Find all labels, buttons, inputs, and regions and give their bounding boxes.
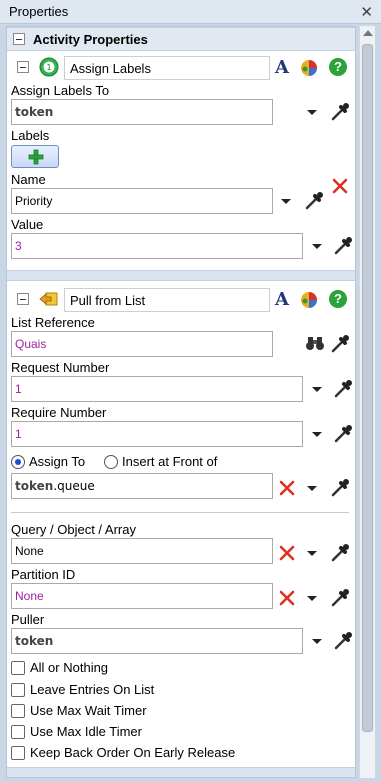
list-reference-label: List Reference (11, 315, 95, 330)
delete-x-icon[interactable] (279, 480, 295, 496)
checkbox-label[interactable]: All or Nothing (30, 660, 108, 675)
scrollbar-thumb[interactable] (362, 44, 373, 732)
dropdown-arrow-icon[interactable] (312, 387, 322, 392)
color-icon[interactable] (299, 289, 319, 309)
checkbox-label[interactable]: Leave Entries On List (30, 682, 154, 697)
checkbox-label[interactable]: Use Max Idle Timer (30, 724, 142, 739)
dropdown-arrow-icon[interactable] (307, 486, 317, 491)
puller-label: Puller (11, 612, 45, 627)
query-label: Query / Object / Array (11, 522, 136, 537)
name-label: Name (11, 172, 46, 187)
window-titlebar: Properties ✕ (0, 0, 381, 24)
query-field[interactable]: None (11, 538, 273, 564)
pull-from-list-icon (39, 292, 58, 306)
checkbox[interactable] (11, 725, 25, 739)
assign-labels-name-field[interactable]: Assign Labels (64, 56, 270, 80)
checkbox[interactable] (11, 704, 25, 718)
assign-to-radio-label[interactable]: Assign To (29, 454, 85, 469)
assign-to-radio[interactable] (11, 455, 25, 469)
checkbox-label[interactable]: Keep Back Order On Early Release (30, 745, 235, 760)
properties-panel: Activity Properties 1 Assign Labels A ? … (6, 26, 356, 778)
eyedropper-icon[interactable] (303, 190, 325, 212)
pull-from-list-name-field[interactable]: Pull from List (64, 288, 270, 312)
eyedropper-icon[interactable] (329, 542, 351, 564)
insert-front-radio-label[interactable]: Insert at Front of (122, 454, 217, 469)
add-label-button[interactable] (11, 145, 59, 168)
assign-to-label: Assign Labels To (11, 83, 110, 98)
font-icon[interactable]: A (275, 57, 289, 78)
help-icon[interactable]: ? (329, 290, 347, 308)
color-icon[interactable] (299, 57, 319, 77)
activity-properties-title: Activity Properties (33, 32, 148, 47)
section-divider (7, 767, 355, 777)
assign-labels-icon: 1 (39, 57, 59, 77)
add-plus-icon (28, 149, 44, 165)
checkbox[interactable] (11, 683, 25, 697)
delete-x-icon[interactable] (279, 590, 295, 606)
request-number-field[interactable]: 1 (11, 376, 303, 402)
assign-labels-collapse-icon[interactable] (17, 61, 29, 73)
list-reference-field[interactable]: Quais (11, 331, 273, 357)
collapse-icon[interactable] (13, 33, 25, 45)
activity-properties-header[interactable]: Activity Properties (7, 27, 355, 51)
require-number-label: Require Number (11, 405, 107, 420)
section-divider (7, 270, 355, 281)
eyedropper-icon[interactable] (332, 378, 354, 400)
dropdown-arrow-icon[interactable] (307, 551, 317, 556)
dropdown-arrow-icon[interactable] (312, 244, 322, 249)
dropdown-arrow-icon[interactable] (307, 110, 317, 115)
binoculars-icon[interactable] (305, 335, 325, 351)
partition-id-label: Partition ID (11, 567, 76, 582)
partition-id-field[interactable]: None (11, 583, 273, 609)
eyedropper-icon[interactable] (329, 101, 351, 123)
window-title: Properties (9, 4, 69, 19)
font-icon[interactable]: A (275, 289, 289, 310)
delete-x-icon[interactable] (279, 545, 295, 561)
checkbox[interactable] (11, 661, 25, 675)
assign-to-field[interactable]: token.queue (11, 473, 273, 499)
label-value-field[interactable]: 3 (11, 233, 303, 259)
pull-from-list-collapse-icon[interactable] (17, 293, 29, 305)
eyedropper-icon[interactable] (329, 333, 351, 355)
dropdown-arrow-icon[interactable] (312, 432, 322, 437)
close-icon[interactable]: ✕ (360, 3, 373, 21)
request-number-label: Request Number (11, 360, 110, 375)
eyedropper-icon[interactable] (332, 423, 354, 445)
dropdown-arrow-icon[interactable] (307, 596, 317, 601)
scroll-up-arrow-icon[interactable] (363, 30, 373, 36)
eyedropper-icon[interactable] (329, 477, 351, 499)
help-icon[interactable]: ? (329, 58, 347, 76)
checkbox[interactable] (11, 746, 25, 760)
vertical-scrollbar[interactable] (359, 26, 375, 778)
assign-labels-to-field[interactable]: token (11, 99, 273, 125)
dropdown-arrow-icon[interactable] (281, 199, 291, 204)
puller-field[interactable]: token (11, 628, 303, 654)
insert-front-radio[interactable] (104, 455, 118, 469)
eyedropper-icon[interactable] (332, 235, 354, 257)
value-label: Value (11, 217, 44, 232)
labels-label: Labels (11, 128, 50, 143)
eyedropper-icon[interactable] (329, 587, 351, 609)
label-name-field[interactable]: Priority (11, 188, 273, 214)
svg-text:1: 1 (46, 63, 51, 72)
checkbox-label[interactable]: Use Max Wait Timer (30, 703, 147, 718)
separator-line (11, 512, 349, 513)
delete-x-icon[interactable] (332, 178, 348, 194)
require-number-field[interactable]: 1 (11, 421, 303, 447)
dropdown-arrow-icon[interactable] (312, 639, 322, 644)
eyedropper-icon[interactable] (332, 630, 354, 652)
